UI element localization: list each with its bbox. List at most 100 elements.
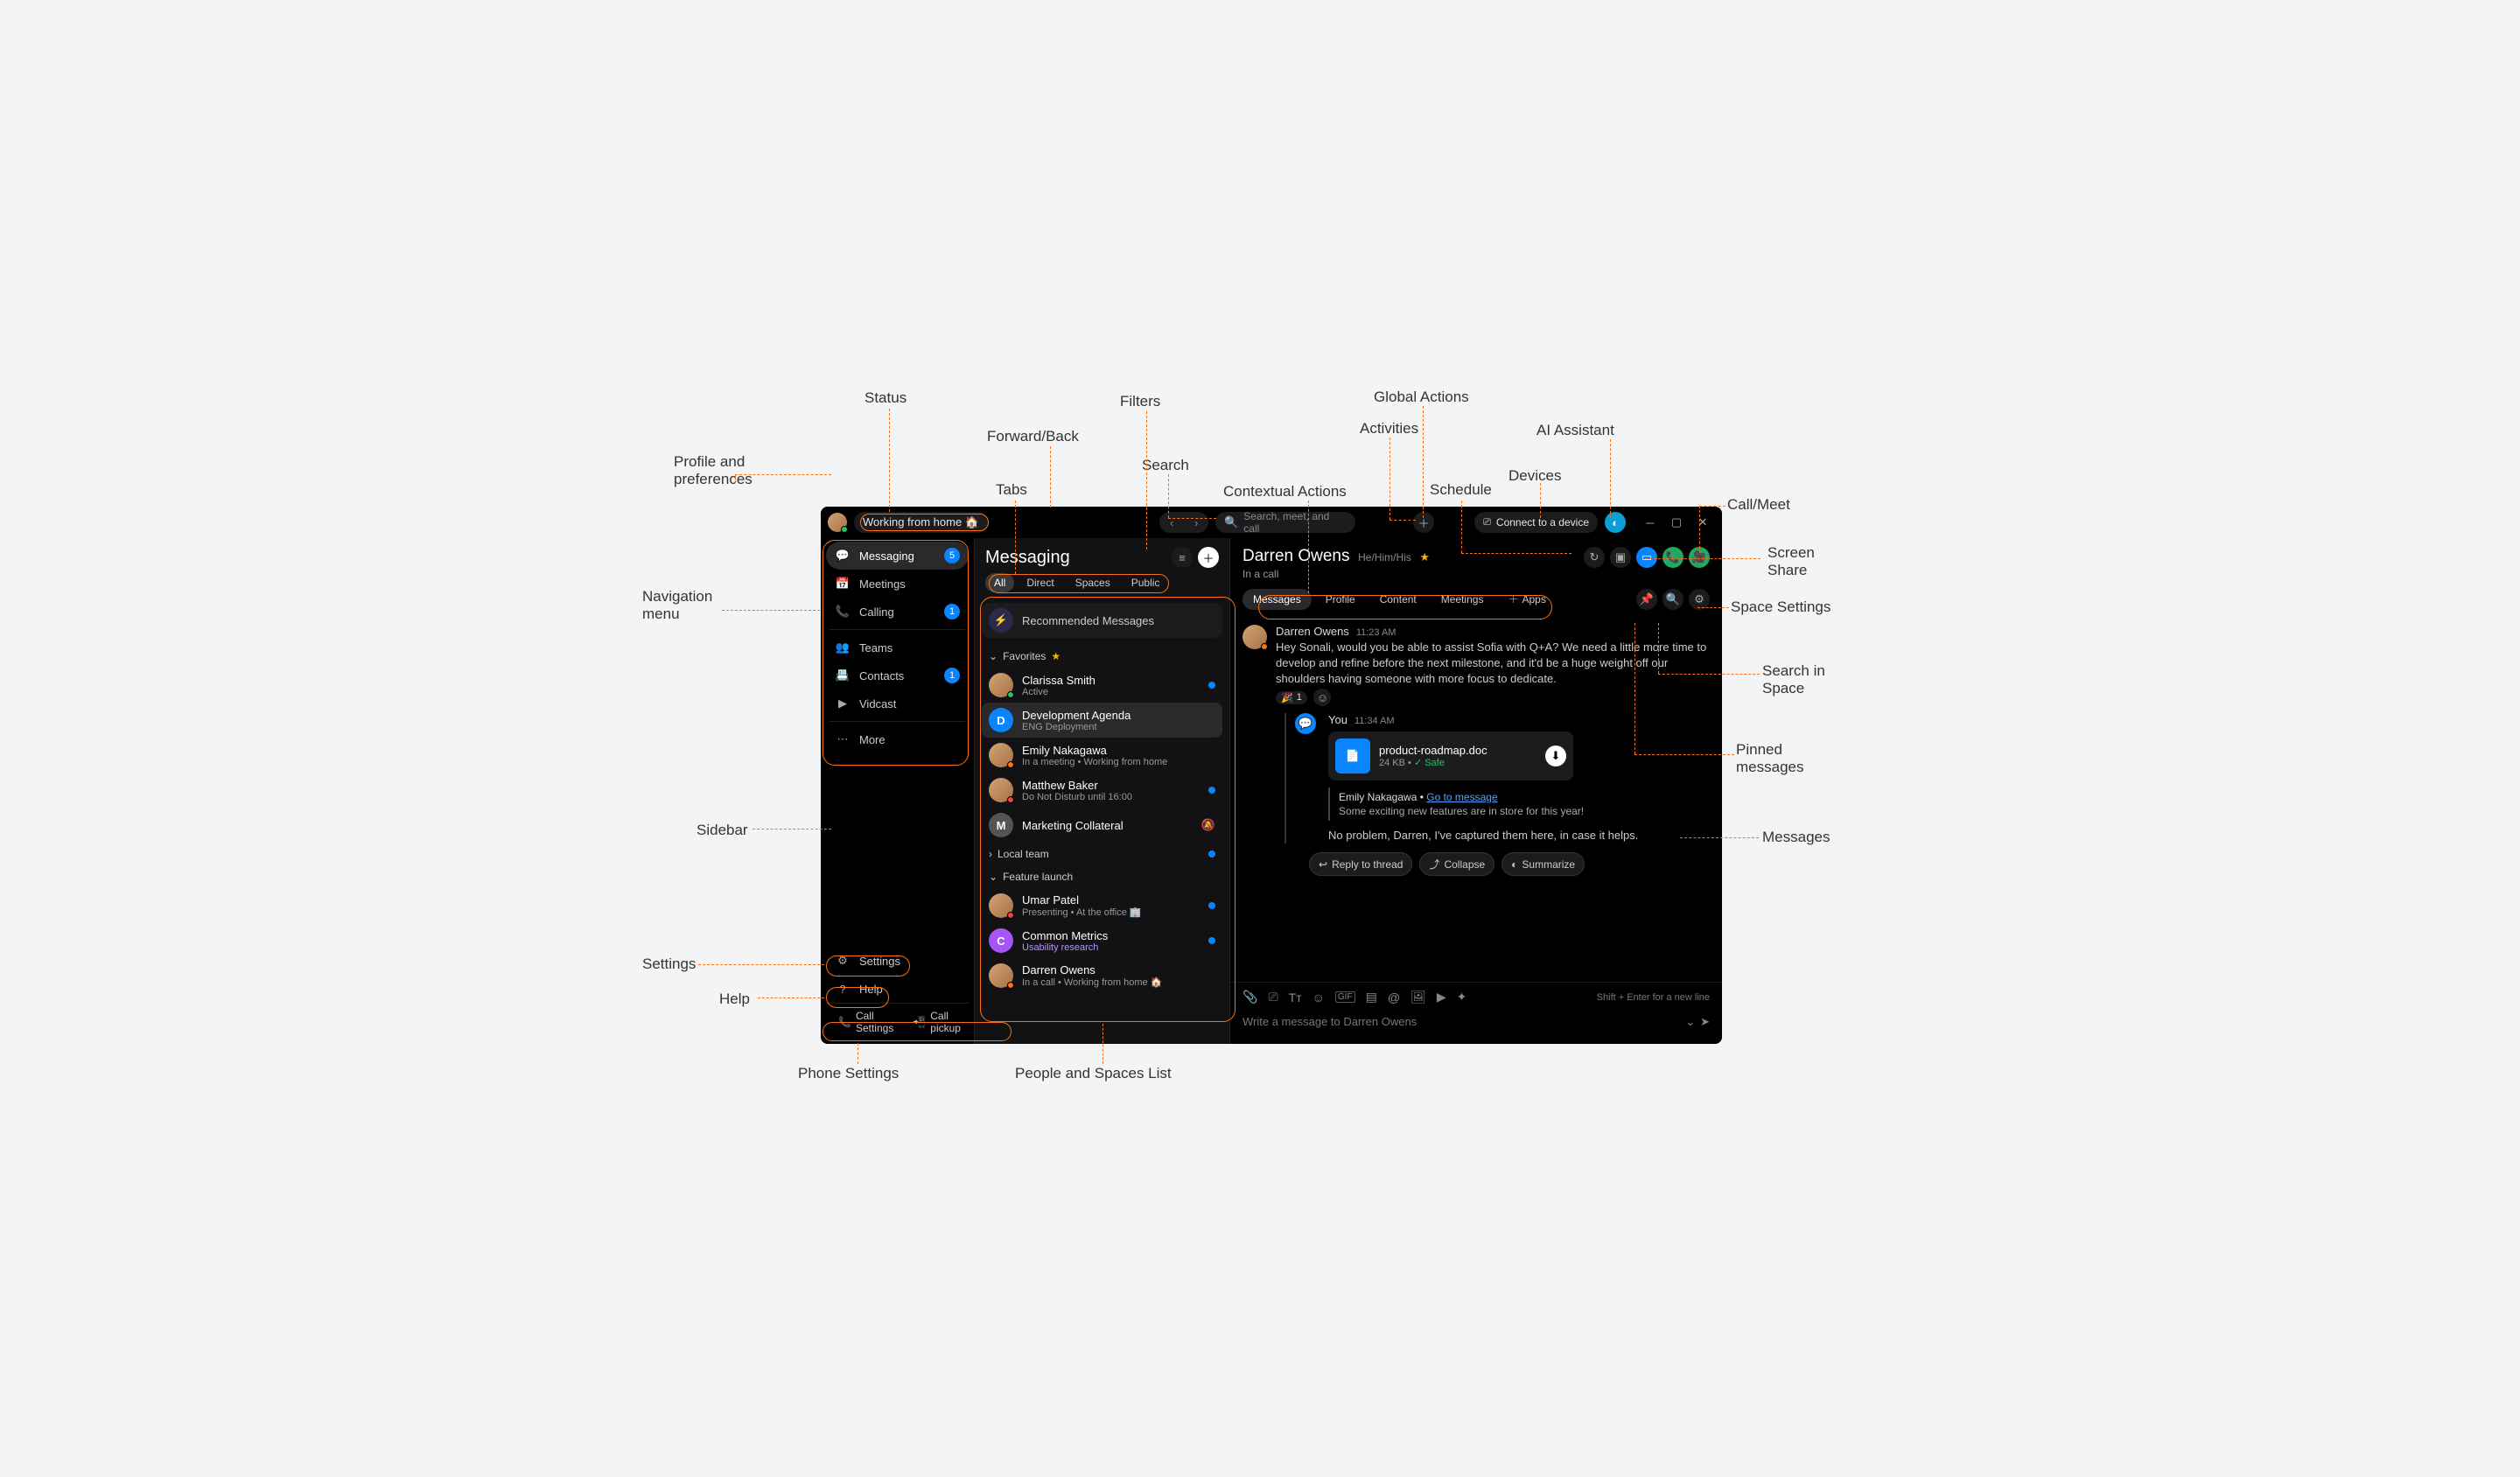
chat-icon: 💬 (835, 549, 850, 563)
nav-vidcast[interactable]: ▶Vidcast (826, 690, 969, 718)
bolt-icon: ⚡ (989, 608, 1013, 633)
expand-icon[interactable]: ⌄ (1685, 1015, 1695, 1029)
close-button[interactable]: ✕ (1690, 512, 1715, 533)
search-box[interactable]: 🔍 Search, meet, and call (1215, 512, 1355, 533)
space-item[interactable]: Umar PatelPresenting • At the office 🏢 (982, 888, 1222, 923)
message-list: Darren Owens11:23 AM Hey Sonali, would y… (1230, 618, 1722, 982)
tab-meetings[interactable]: Meetings (1431, 589, 1494, 610)
mention-icon[interactable]: @ (1388, 990, 1400, 1004)
space-item[interactable]: DDevelopment AgendaENG Deployment (982, 703, 1222, 738)
space-avatar: M (989, 813, 1013, 837)
compose-input[interactable] (1242, 1010, 1678, 1033)
emoji-icon[interactable]: ☺ (1312, 990, 1325, 1004)
back-button[interactable]: ‹ (1159, 512, 1184, 533)
image-icon[interactable]: 🖼 (1410, 990, 1426, 1004)
attach-icon[interactable]: 📎 (1242, 990, 1257, 1004)
contacts-icon: 📇 (835, 668, 850, 682)
list-title: Messaging (985, 548, 1070, 568)
schedule-button[interactable]: ↻ (1584, 547, 1605, 568)
recommended-messages[interactable]: ⚡ Recommended Messages (982, 603, 1222, 638)
localteam-section[interactable]: ›Local team (982, 843, 1222, 865)
list-tabs: AllDirect SpacesPublic (975, 573, 1229, 599)
tab-all[interactable]: All (985, 573, 1014, 592)
tab-profile[interactable]: Profile (1315, 589, 1366, 610)
square-icon: ▣ (1615, 550, 1626, 564)
search-icon: 🔍 (1224, 515, 1238, 529)
filter-button[interactable]: ≡ (1172, 547, 1193, 568)
nav-more[interactable]: ⋯More (826, 725, 969, 753)
summarize-button[interactable]: ◐ Summarize (1502, 852, 1585, 876)
nav-sidebar: 💬Messaging5📅Meetings📞Calling1 👥Teams📇Cont… (821, 538, 975, 1044)
audio-call-button[interactable]: 📞 (1662, 547, 1684, 568)
reply-thread-button[interactable]: ↩ Reply to thread (1309, 852, 1412, 876)
screenshare-button[interactable]: ▭ (1636, 547, 1657, 568)
tab-apps[interactable]: ＋Apps (1497, 587, 1556, 611)
favorites-section[interactable]: ⌄Favorites★ (982, 645, 1222, 668)
goto-message-link[interactable]: Go to message (1426, 791, 1497, 803)
call-settings-button[interactable]: 📞Call Settings (831, 1007, 900, 1037)
tab-direct[interactable]: Direct (1018, 573, 1062, 592)
avatar (989, 778, 1013, 802)
devices-button[interactable]: ⎚ Connect to a device (1474, 512, 1598, 533)
tab-content[interactable]: Content (1369, 589, 1427, 610)
space-item[interactable]: Emily NakagawaIn a meeting • Working fro… (982, 738, 1222, 773)
space-item[interactable]: Matthew BakerDo Not Disturb until 16:00 (982, 773, 1222, 808)
add-reaction-button[interactable]: ☺ (1313, 689, 1331, 706)
nav-contacts[interactable]: 📇Contacts1 (826, 662, 969, 690)
sparkle-icon[interactable]: ✦ (1457, 990, 1467, 1004)
space-item[interactable]: Clarissa SmithActive (982, 668, 1222, 703)
search-in-space-button[interactable]: 🔍 (1662, 589, 1684, 610)
space-item[interactable]: Darren OwensIn a call • Working from hom… (982, 958, 1222, 993)
featurelaunch-section[interactable]: ⌄Feature launch (982, 865, 1222, 888)
refresh-icon: ↻ (1590, 550, 1600, 564)
favorite-star-icon[interactable]: ★ (1419, 550, 1430, 564)
tab-spaces[interactable]: Spaces (1067, 573, 1119, 592)
nav-meetings[interactable]: 📅Meetings (826, 570, 969, 598)
forward-button[interactable]: › (1184, 512, 1208, 533)
collapse-button[interactable]: ⤴ Collapse (1419, 852, 1494, 876)
space-item[interactable]: MMarketing Collateral🔕 (982, 808, 1222, 843)
ai-assistant-button[interactable]: ◐ (1605, 512, 1626, 533)
avatar (989, 673, 1013, 697)
sender-avatar[interactable] (1242, 625, 1267, 649)
tab-public[interactable]: Public (1123, 573, 1169, 592)
screenshot-icon[interactable]: ⎚ (1268, 990, 1278, 1004)
you-avatar: 💬 (1295, 713, 1316, 734)
reaction[interactable]: 🎉1 (1276, 691, 1307, 704)
send-icon[interactable]: ➤ (1700, 1015, 1710, 1029)
pinned-button[interactable]: 📌 (1636, 589, 1657, 610)
gif-icon[interactable]: GIF (1335, 991, 1355, 1003)
conversation-name: Darren Owens (1242, 547, 1350, 565)
nav-messaging[interactable]: 💬Messaging5 (826, 542, 969, 570)
global-add-button[interactable]: ＋ (1413, 512, 1434, 533)
annotation-label: Profile and preferences (674, 453, 796, 488)
maximize-button[interactable]: ▢ (1664, 512, 1689, 533)
chevron-down-icon: ⌄ (989, 871, 998, 883)
settings-item[interactable]: ⚙Settings (826, 947, 969, 975)
tab-messages[interactable]: Messages (1242, 589, 1312, 610)
new-message-button[interactable]: ＋ (1198, 547, 1219, 568)
call-pickup-button[interactable]: 📲Call pickup (906, 1007, 968, 1037)
profile-avatar[interactable] (828, 513, 847, 532)
badge: 5 (944, 548, 960, 564)
help-item[interactable]: ?Help (826, 975, 969, 1003)
message-text: Hey Sonali, would you be able to assist … (1276, 640, 1710, 688)
avatar (989, 963, 1013, 988)
status-pill[interactable]: Working from home 🏠 (854, 512, 988, 533)
file-attachment[interactable]: 📄 product-roadmap.doc 24 KB • ✓ Safe ⬇ (1328, 732, 1573, 780)
mute-icon: 🔕 (1201, 818, 1215, 832)
nav-calling[interactable]: 📞Calling1 (826, 598, 969, 626)
unread-dot (1208, 937, 1215, 944)
space-item[interactable]: CCommon MetricsUsability research (982, 923, 1222, 958)
vidcast-icon: ▶ (835, 696, 850, 710)
sticker-icon[interactable]: ▤ (1366, 990, 1377, 1004)
unread-dot (1208, 787, 1215, 794)
format-icon[interactable]: Tᴛ (1289, 990, 1302, 1004)
minimize-button[interactable]: ─ (1638, 512, 1662, 533)
activities-button[interactable]: ▣ (1610, 547, 1631, 568)
conversation-actions: ↻ ▣ ▭ 📞 🎥 (1584, 547, 1710, 568)
download-button[interactable]: ⬇ (1545, 746, 1566, 766)
video-icon[interactable]: ▶ (1437, 990, 1446, 1004)
nav-teams[interactable]: 👥Teams (826, 634, 969, 662)
space-settings-button[interactable]: ⚙ (1689, 589, 1710, 610)
